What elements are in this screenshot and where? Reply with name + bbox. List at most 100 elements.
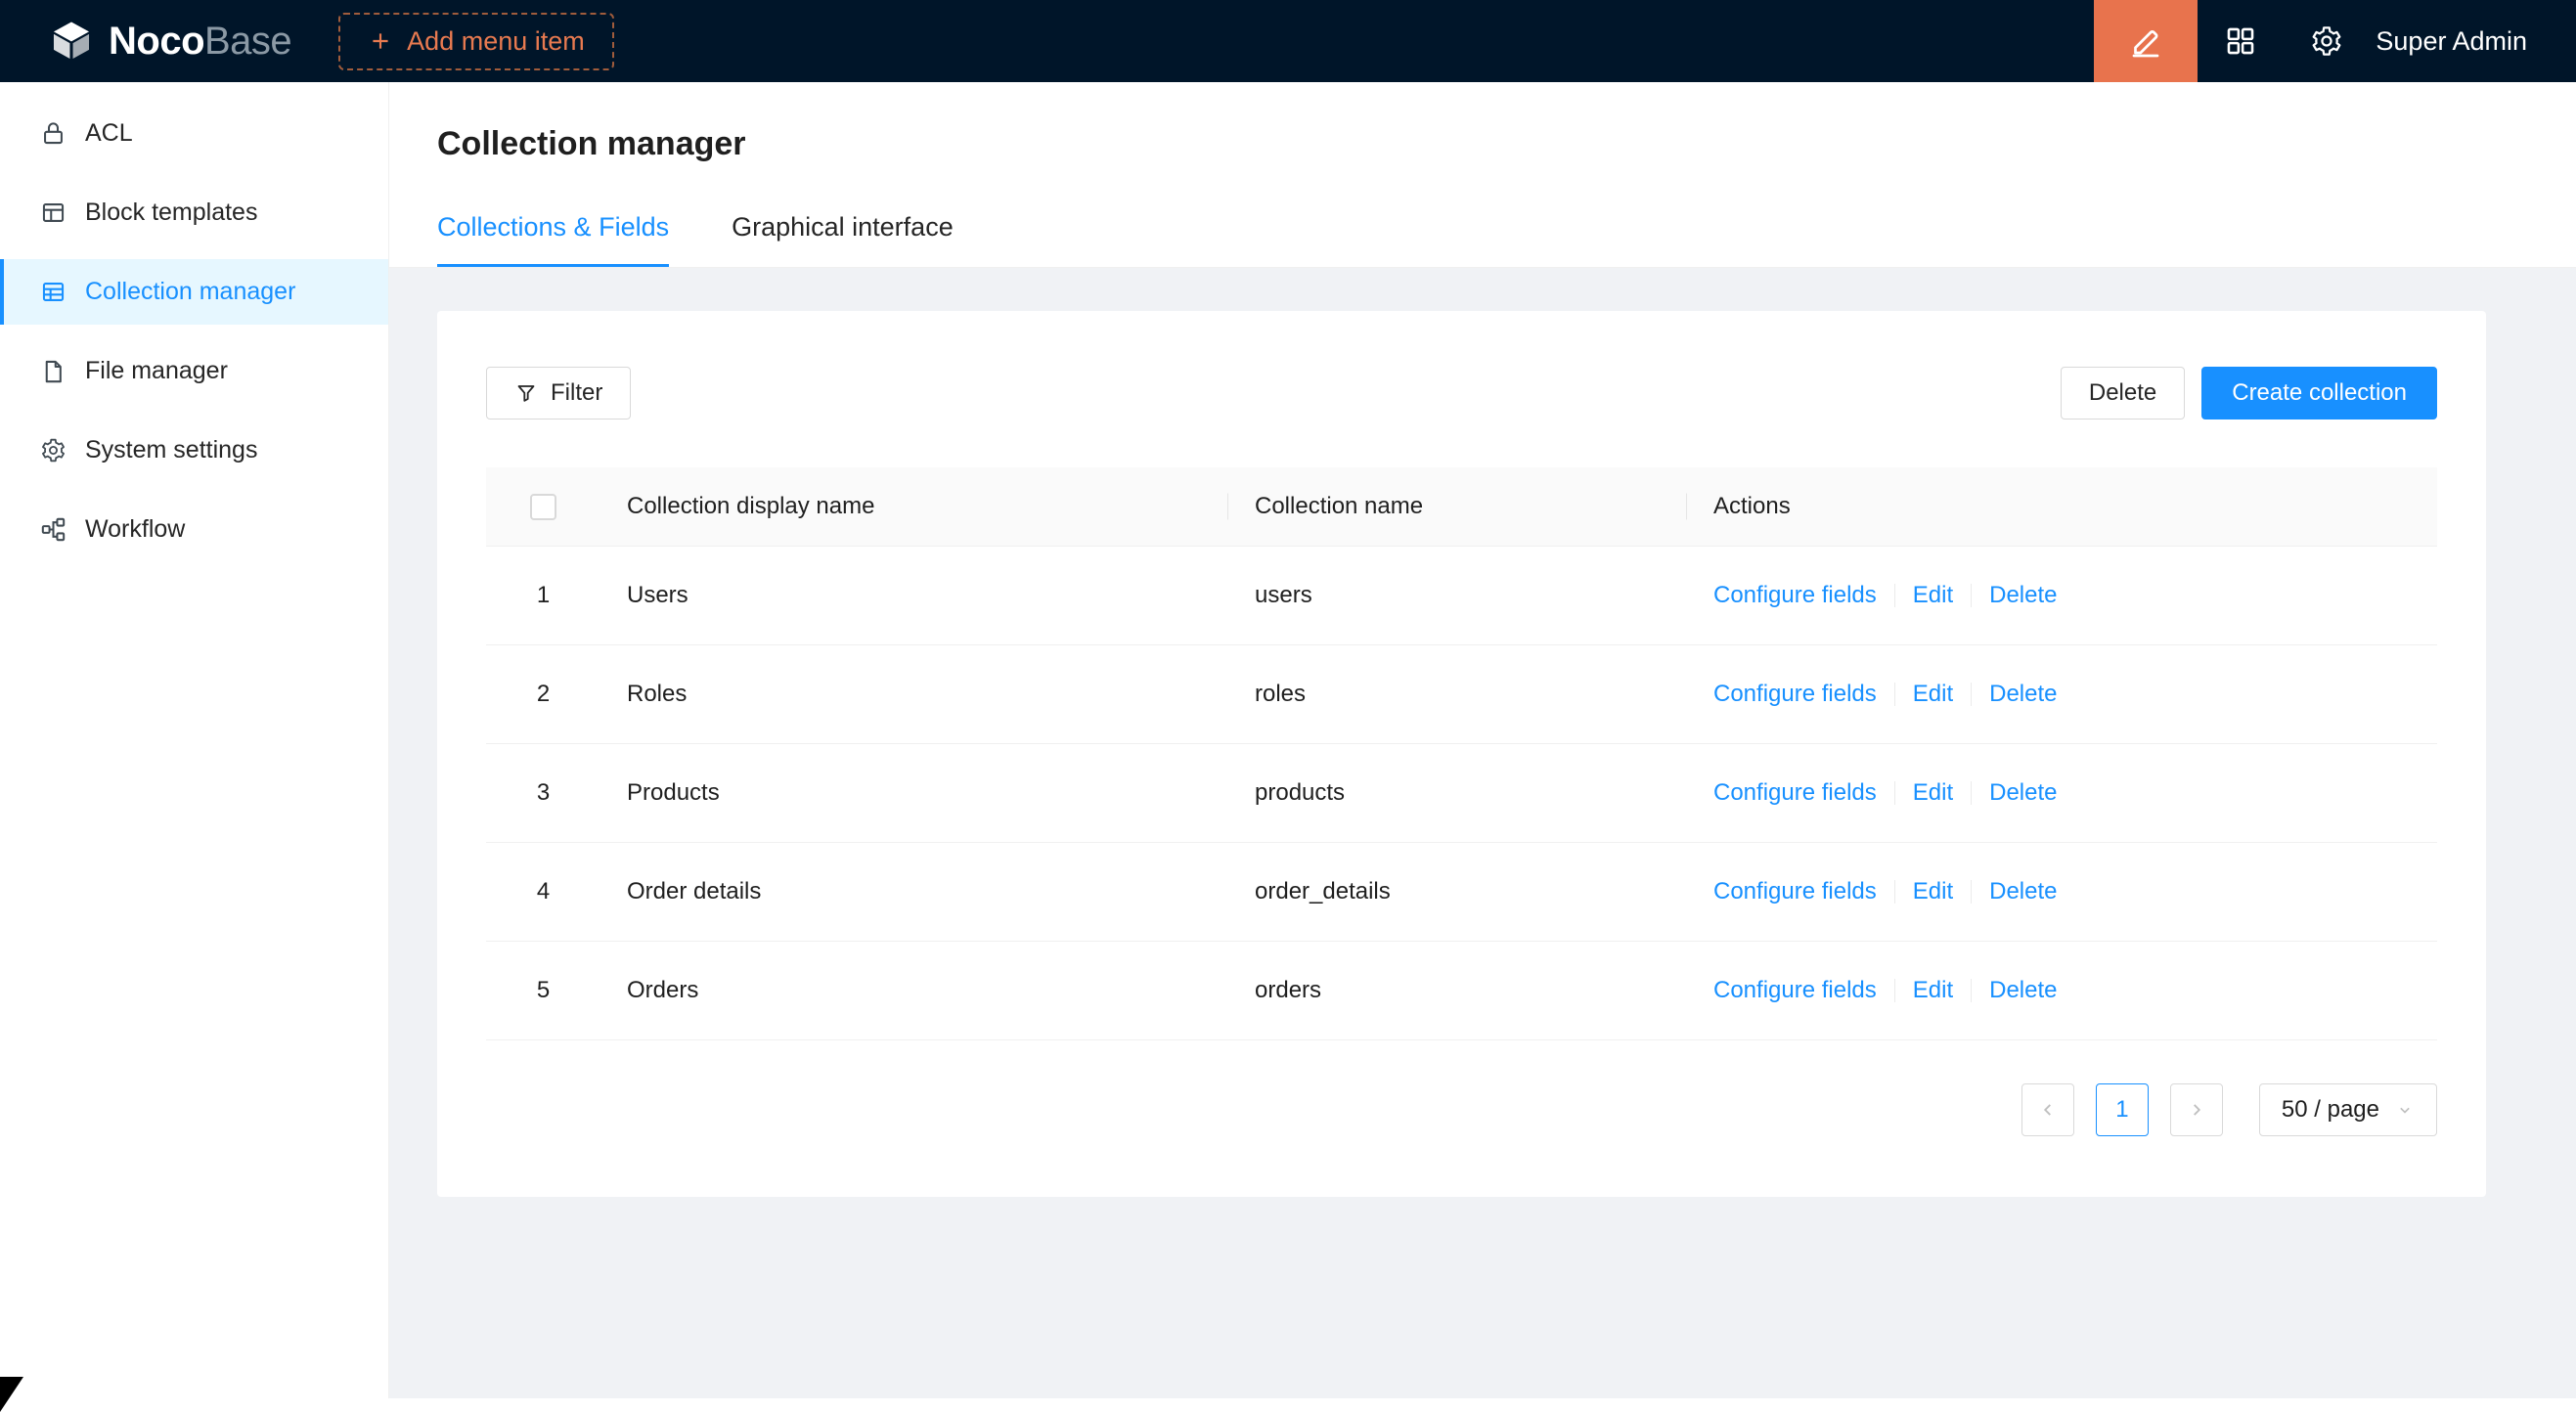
configure-fields-link[interactable]: Configure fields bbox=[1713, 977, 1877, 1004]
sidebar-item-label: Block templates bbox=[85, 199, 257, 227]
row-actions: Configure fields Edit Delete bbox=[1713, 681, 2411, 708]
nocobase-logo-icon bbox=[49, 19, 94, 64]
delete-link[interactable]: Delete bbox=[1989, 878, 2057, 905]
edit-link[interactable]: Edit bbox=[1913, 977, 1953, 1004]
filter-icon bbox=[514, 381, 538, 405]
user-menu[interactable]: Super Admin bbox=[2376, 26, 2527, 57]
action-divider bbox=[1894, 584, 1895, 607]
configure-fields-link[interactable]: Configure fields bbox=[1713, 779, 1877, 807]
sidebar-item-file-manager[interactable]: File manager bbox=[0, 338, 388, 404]
tab-bar: Collections & Fields Graphical interface bbox=[437, 212, 2529, 267]
collections-card: Filter Delete Create collection Collecti… bbox=[437, 311, 2486, 1197]
table-row: 4 Order details order_details Configure … bbox=[486, 843, 2437, 942]
create-collection-button[interactable]: Create collection bbox=[2201, 367, 2437, 419]
row-actions: Configure fields Edit Delete bbox=[1713, 582, 2411, 609]
cell-display-name: Products bbox=[600, 744, 1228, 843]
edit-link[interactable]: Edit bbox=[1913, 779, 1953, 807]
edit-link[interactable]: Edit bbox=[1913, 582, 1953, 609]
filter-button[interactable]: Filter bbox=[486, 367, 631, 419]
cell-display-name: Users bbox=[600, 547, 1228, 645]
table-row: 3 Products products Configure fields Edi… bbox=[486, 744, 2437, 843]
tab-collections-fields[interactable]: Collections & Fields bbox=[437, 212, 669, 267]
delete-link[interactable]: Delete bbox=[1989, 977, 2057, 1004]
next-page-button[interactable] bbox=[2170, 1083, 2223, 1136]
pagination: 1 50 / page bbox=[486, 1083, 2437, 1136]
filter-label: Filter bbox=[551, 379, 602, 407]
page-size-select[interactable]: 50 / page bbox=[2259, 1083, 2437, 1136]
app-header: NocoBase Add menu item bbox=[0, 0, 2576, 82]
delete-link[interactable]: Delete bbox=[1989, 779, 2057, 807]
sidebar-item-workflow[interactable]: Workflow bbox=[0, 497, 388, 562]
layout-icon bbox=[39, 199, 67, 227]
row-index: 5 bbox=[486, 942, 600, 1040]
add-menu-item-button[interactable]: Add menu item bbox=[338, 13, 614, 70]
page-head: Collection manager Collections & Fields … bbox=[389, 82, 2576, 268]
prev-page-button[interactable] bbox=[2021, 1083, 2074, 1136]
action-divider bbox=[1894, 880, 1895, 904]
column-display-name: Collection display name bbox=[600, 467, 1228, 547]
file-icon bbox=[39, 358, 67, 385]
row-index: 3 bbox=[486, 744, 600, 843]
page-title: Collection manager bbox=[437, 125, 2529, 163]
sidebar-item-label: ACL bbox=[85, 119, 133, 148]
table-row: 2 Roles roles Configure fields Edit Dele… bbox=[486, 645, 2437, 744]
edit-link[interactable]: Edit bbox=[1913, 681, 1953, 708]
configure-fields-link[interactable]: Configure fields bbox=[1713, 681, 1877, 708]
settings-button[interactable] bbox=[2284, 0, 2370, 82]
action-divider bbox=[1894, 781, 1895, 805]
table-row: 1 Users users Configure fields Edit Dele… bbox=[486, 547, 2437, 645]
content-area: Filter Delete Create collection Collecti… bbox=[389, 268, 2576, 1398]
toolbar: Filter Delete Create collection bbox=[486, 367, 2437, 419]
sidebar-item-acl[interactable]: ACL bbox=[0, 101, 388, 166]
configure-fields-link[interactable]: Configure fields bbox=[1713, 878, 1877, 905]
sidebar-item-label: File manager bbox=[85, 357, 228, 385]
action-divider bbox=[1971, 683, 1972, 706]
cell-display-name: Roles bbox=[600, 645, 1228, 744]
gear-icon bbox=[2310, 24, 2343, 58]
brand[interactable]: NocoBase bbox=[0, 19, 291, 64]
row-actions: Configure fields Edit Delete bbox=[1713, 977, 2411, 1004]
brand-text: NocoBase bbox=[109, 20, 291, 64]
action-divider bbox=[1894, 979, 1895, 1002]
chevron-down-icon bbox=[2395, 1100, 2415, 1120]
ui-editor-button[interactable] bbox=[2094, 0, 2198, 82]
tab-graphical-interface[interactable]: Graphical interface bbox=[732, 212, 954, 267]
delete-button[interactable]: Delete bbox=[2061, 367, 2185, 419]
row-index: 1 bbox=[486, 547, 600, 645]
cell-name: products bbox=[1228, 744, 1687, 843]
cell-name: order_details bbox=[1228, 843, 1687, 942]
page-number-button[interactable]: 1 bbox=[2096, 1083, 2149, 1136]
page-size-value: 50 / page bbox=[2282, 1096, 2379, 1124]
delete-link[interactable]: Delete bbox=[1989, 681, 2057, 708]
collections-table: Collection display name Collection name … bbox=[486, 467, 2437, 1040]
sidebar-item-collection-manager[interactable]: Collection manager bbox=[0, 259, 388, 325]
cell-name: orders bbox=[1228, 942, 1687, 1040]
sidebar-item-label: System settings bbox=[85, 436, 257, 464]
column-actions: Actions bbox=[1687, 467, 2437, 547]
plugins-button[interactable] bbox=[2198, 0, 2284, 82]
action-divider bbox=[1971, 880, 1972, 904]
mouse-cursor bbox=[0, 1377, 23, 1412]
cell-name: users bbox=[1228, 547, 1687, 645]
row-index: 4 bbox=[486, 843, 600, 942]
cell-display-name: Orders bbox=[600, 942, 1228, 1040]
row-actions: Configure fields Edit Delete bbox=[1713, 779, 2411, 807]
add-menu-item-label: Add menu item bbox=[407, 26, 585, 57]
select-all-checkbox[interactable] bbox=[530, 494, 556, 520]
sidebar: ACL Block templates Collection manager F… bbox=[0, 82, 389, 1398]
sidebar-item-block-templates[interactable]: Block templates bbox=[0, 180, 388, 245]
sidebar-item-system-settings[interactable]: System settings bbox=[0, 418, 388, 483]
configure-fields-link[interactable]: Configure fields bbox=[1713, 582, 1877, 609]
column-name: Collection name bbox=[1228, 467, 1687, 547]
table-icon bbox=[39, 279, 67, 306]
action-divider bbox=[1894, 683, 1895, 706]
workflow-icon bbox=[39, 516, 67, 544]
table-header-row: Collection display name Collection name … bbox=[486, 467, 2437, 547]
sidebar-item-label: Workflow bbox=[85, 515, 185, 544]
row-actions: Configure fields Edit Delete bbox=[1713, 878, 2411, 905]
delete-link[interactable]: Delete bbox=[1989, 582, 2057, 609]
highlighter-icon bbox=[2128, 23, 2163, 59]
edit-link[interactable]: Edit bbox=[1913, 878, 1953, 905]
action-divider bbox=[1971, 781, 1972, 805]
lock-icon bbox=[39, 120, 67, 148]
